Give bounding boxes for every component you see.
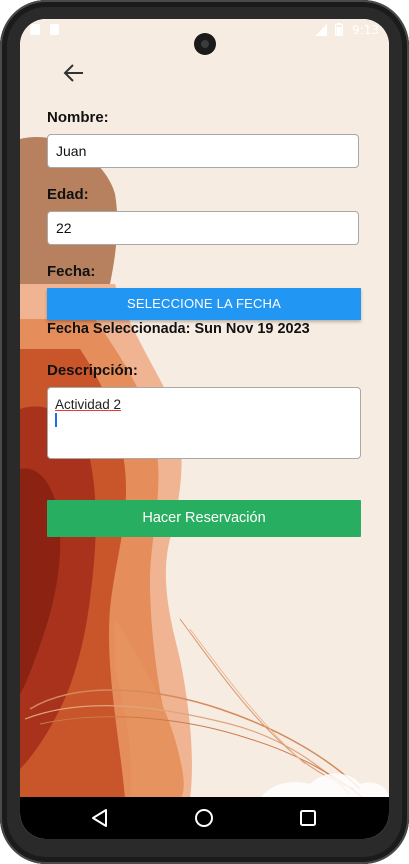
notification-icon: [30, 24, 40, 35]
text-caret: [55, 413, 57, 427]
date-label: Fecha:: [47, 263, 96, 280]
signal-icon: [315, 24, 327, 36]
back-button[interactable]: [60, 59, 88, 87]
select-date-button[interactable]: SELECCIONE LA FECHA: [47, 288, 361, 320]
name-input[interactable]: Juan: [47, 134, 359, 168]
circle-home-icon: [195, 809, 213, 827]
age-label: Edad:: [47, 186, 89, 203]
reservation-form: Nombre: Juan Edad: 22 Fecha: SELECCIONE …: [20, 19, 389, 799]
front-camera: [194, 33, 216, 55]
phone-frame: 9:13 Nombre: Juan Edad: 22 Fecha: SELECC…: [0, 0, 409, 864]
age-input[interactable]: 22: [47, 211, 359, 245]
nav-home-button[interactable]: [190, 805, 218, 831]
square-recents-icon: [300, 810, 316, 826]
description-textarea[interactable]: Actividad 2: [47, 387, 361, 459]
triangle-back-icon: [92, 809, 107, 827]
description-label: Descripción:: [47, 362, 138, 379]
nav-recents-button[interactable]: [294, 805, 322, 831]
app-screen: 9:13 Nombre: Juan Edad: 22 Fecha: SELECC…: [20, 19, 389, 839]
notification-icon: [50, 24, 59, 35]
status-time: 9:13: [352, 23, 379, 37]
selected-date-text: Fecha Seleccionada: Sun Nov 19 2023: [47, 321, 310, 337]
name-label: Nombre:: [47, 109, 109, 126]
battery-icon: [335, 23, 343, 36]
arrow-back-icon: [63, 64, 83, 82]
make-reservation-button[interactable]: Hacer Reservación: [47, 500, 361, 537]
nav-back-button[interactable]: [86, 805, 114, 831]
description-value: Actividad 2: [55, 397, 122, 412]
system-nav-bar: [20, 797, 389, 839]
